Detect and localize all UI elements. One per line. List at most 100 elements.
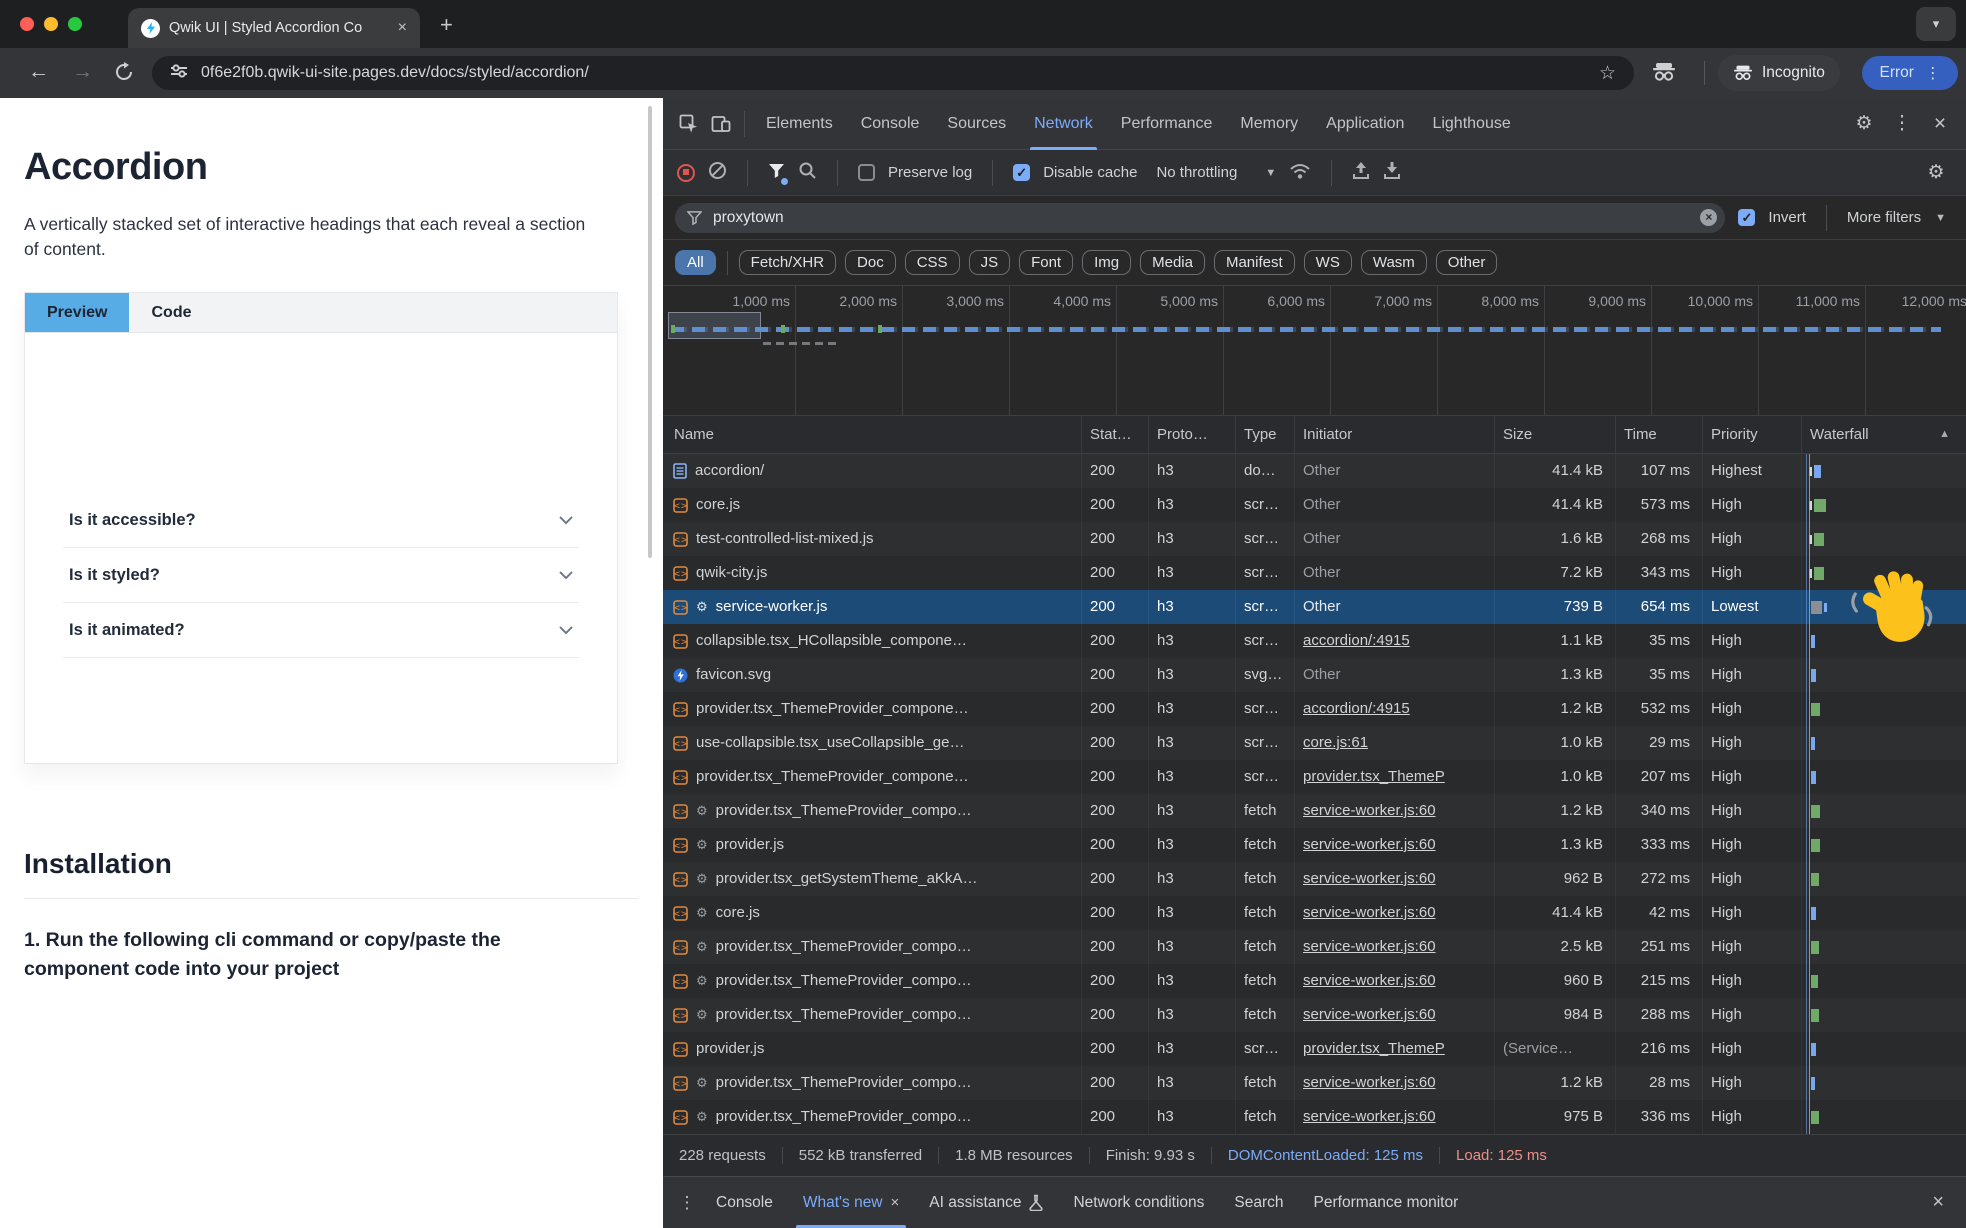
network-overview-timeline[interactable]: 1,000 ms2,000 ms3,000 ms4,000 ms5,000 ms…	[663, 286, 1966, 416]
initiator-link[interactable]: provider.tsx_ThemeP	[1303, 768, 1445, 785]
filter-chip-manifest[interactable]: Manifest	[1214, 250, 1295, 275]
network-request-row[interactable]: <>provider.tsx_ThemeProvider_compone…200…	[663, 692, 1966, 726]
network-request-row[interactable]: <>qwik-city.js200h3scr…Other7.2 kB343 ms…	[663, 556, 1966, 590]
devtools-tab-lighthouse[interactable]: Lighthouse	[1418, 98, 1524, 150]
network-request-row[interactable]: <>⚙core.js200h3fetchservice-worker.js:60…	[663, 896, 1966, 930]
drawer-tab-network-conditions[interactable]: Network conditions	[1058, 1177, 1219, 1228]
column-header-initiator[interactable]: Initiator	[1295, 416, 1495, 453]
browser-menu-kebab-icon[interactable]: ⋮	[1925, 64, 1941, 83]
devtools-close-icon[interactable]: ×	[1924, 112, 1956, 136]
inspect-element-icon[interactable]	[673, 114, 705, 134]
accordion-item-is-it-styled[interactable]: Is it styled?	[63, 548, 579, 603]
record-network-log-button[interactable]	[677, 164, 695, 182]
column-header-name[interactable]: Name	[663, 416, 1082, 453]
network-request-row[interactable]: <>⚙provider.js200h3fetchservice-worker.j…	[663, 828, 1966, 862]
filter-chip-other[interactable]: Other	[1436, 250, 1498, 275]
preserve-log-checkbox[interactable]	[858, 164, 875, 181]
devtools-tab-network[interactable]: Network	[1020, 98, 1107, 150]
devtools-tab-sources[interactable]: Sources	[933, 98, 1020, 150]
network-request-row[interactable]: <>⚙provider.tsx_ThemeProvider_compo…200h…	[663, 794, 1966, 828]
drawer-tab-close-icon[interactable]: ×	[891, 1194, 900, 1211]
network-request-row[interactable]: <>test-controlled-list-mixed.js200h3scr……	[663, 522, 1966, 556]
initiator-link[interactable]: service-worker.js:60	[1303, 870, 1436, 887]
devtools-settings-gear-icon[interactable]: ⚙	[1848, 112, 1880, 135]
devtools-tab-elements[interactable]: Elements	[752, 98, 847, 150]
filter-chip-img[interactable]: Img	[1082, 250, 1131, 275]
initiator-link[interactable]: service-worker.js:60	[1303, 972, 1436, 989]
filter-input[interactable]: proxytown ×	[675, 203, 1725, 233]
column-header-size[interactable]: Size	[1495, 416, 1616, 453]
import-har-icon[interactable]	[1352, 161, 1370, 184]
column-header-time[interactable]: Time	[1616, 416, 1703, 453]
drawer-close-icon[interactable]: ×	[1932, 1191, 1956, 1214]
network-request-row[interactable]: <>core.js200h3scr…Other41.4 kB573 msHigh	[663, 488, 1966, 522]
network-request-row[interactable]: <>⚙service-worker.js200h3scr…Other739 B6…	[663, 590, 1966, 624]
close-window-button[interactable]	[20, 17, 34, 31]
drawer-tab-search[interactable]: Search	[1219, 1177, 1298, 1228]
initiator-link[interactable]: service-worker.js:60	[1303, 802, 1436, 819]
filter-chip-media[interactable]: Media	[1140, 250, 1205, 275]
initiator-link[interactable]: service-worker.js:60	[1303, 1074, 1436, 1091]
forward-button[interactable]: →	[72, 60, 93, 84]
timeline-selection[interactable]	[668, 312, 761, 339]
browser-tab[interactable]: Qwik UI | Styled Accordion Co ×	[128, 8, 420, 48]
export-har-icon[interactable]	[1383, 161, 1401, 184]
filter-chip-fetch-xhr[interactable]: Fetch/XHR	[739, 250, 836, 275]
devtools-tab-console[interactable]: Console	[847, 98, 934, 150]
devtools-kebab-menu-icon[interactable]: ⋮	[1886, 112, 1918, 135]
devtools-tab-performance[interactable]: Performance	[1107, 98, 1227, 150]
initiator-link[interactable]: provider.tsx_ThemeP	[1303, 1040, 1445, 1057]
drawer-tab-console[interactable]: Console	[701, 1177, 788, 1228]
initiator-link[interactable]: accordion/:4915	[1303, 700, 1410, 717]
initiator-link[interactable]: core.js:61	[1303, 734, 1368, 751]
network-request-row[interactable]: <>⚙provider.tsx_ThemeProvider_compo…200h…	[663, 964, 1966, 998]
incognito-badge[interactable]: Incognito	[1718, 55, 1840, 91]
maximize-window-button[interactable]	[68, 17, 82, 31]
network-settings-gear-icon[interactable]: ⚙	[1920, 161, 1952, 184]
reload-button[interactable]	[114, 62, 134, 88]
column-header-waterfall[interactable]: Waterfall▲	[1802, 416, 1966, 453]
column-header-type[interactable]: Type	[1236, 416, 1295, 453]
initiator-link[interactable]: service-worker.js:60	[1303, 836, 1436, 853]
more-filters-dropdown[interactable]: More filters ▼	[1847, 209, 1954, 226]
network-conditions-icon[interactable]	[1289, 162, 1311, 184]
disable-cache-checkbox[interactable]: ✓	[1013, 164, 1030, 181]
network-request-row[interactable]: favicon.svg200h3svg…Other1.3 kB35 msHigh	[663, 658, 1966, 692]
initiator-link[interactable]: service-worker.js:60	[1303, 938, 1436, 955]
network-request-row[interactable]: <>⚙provider.tsx_ThemeProvider_compo…200h…	[663, 930, 1966, 964]
invert-label[interactable]: Invert	[1768, 209, 1806, 226]
filter-chip-doc[interactable]: Doc	[845, 250, 896, 275]
bookmark-star-icon[interactable]: ☆	[1599, 62, 1616, 85]
drawer-kebab-menu-icon[interactable]: ⋮	[673, 1193, 701, 1213]
accordion-item-is-it-accessible[interactable]: Is it accessible?	[63, 493, 579, 548]
preserve-log-label[interactable]: Preserve log	[888, 164, 972, 181]
filter-chip-wasm[interactable]: Wasm	[1361, 250, 1427, 275]
column-header-stat[interactable]: Stat…	[1082, 416, 1149, 453]
accordion-item-is-it-animated[interactable]: Is it animated?	[63, 603, 579, 658]
network-request-row[interactable]: <>⚙provider.tsx_ThemeProvider_compo…200h…	[663, 1066, 1966, 1100]
network-request-row[interactable]: <>⚙provider.tsx_ThemeProvider_compo…200h…	[663, 1100, 1966, 1134]
filter-icon[interactable]	[768, 163, 785, 183]
demo-tab-code[interactable]: Code	[129, 293, 213, 332]
initiator-link[interactable]: service-worker.js:60	[1303, 1006, 1436, 1023]
initiator-link[interactable]: accordion/:4915	[1303, 632, 1410, 649]
throttling-dropdown[interactable]: No throttling ▼	[1156, 164, 1276, 181]
error-button[interactable]: Error ⋮	[1862, 56, 1958, 90]
disable-cache-label[interactable]: Disable cache	[1043, 164, 1137, 181]
search-icon[interactable]	[798, 161, 817, 184]
network-request-row[interactable]: <>⚙provider.tsx_getSystemTheme_aKkA…200h…	[663, 862, 1966, 896]
drawer-tab-ai-assistance[interactable]: AI assistance	[914, 1177, 1058, 1228]
initiator-link[interactable]: service-worker.js:60	[1303, 1108, 1436, 1125]
back-button[interactable]: ←	[28, 60, 49, 84]
filter-chip-font[interactable]: Font	[1019, 250, 1073, 275]
incognito-indicator-icon[interactable]	[1652, 61, 1676, 88]
address-bar[interactable]: 0f6e2f0b.qwik-ui-site.pages.dev/docs/sty…	[152, 56, 1634, 90]
filter-chip-css[interactable]: CSS	[905, 250, 960, 275]
device-toolbar-icon[interactable]	[705, 114, 737, 134]
filter-chip-all[interactable]: All	[675, 250, 716, 275]
tab-search-button[interactable]: ▾	[1916, 7, 1956, 41]
site-info-icon[interactable]	[170, 62, 188, 85]
column-header-priority[interactable]: Priority	[1703, 416, 1802, 453]
tab-close-icon[interactable]: ×	[398, 19, 407, 37]
network-request-row[interactable]: <>provider.js200h3scr…provider.tsx_Theme…	[663, 1032, 1966, 1066]
